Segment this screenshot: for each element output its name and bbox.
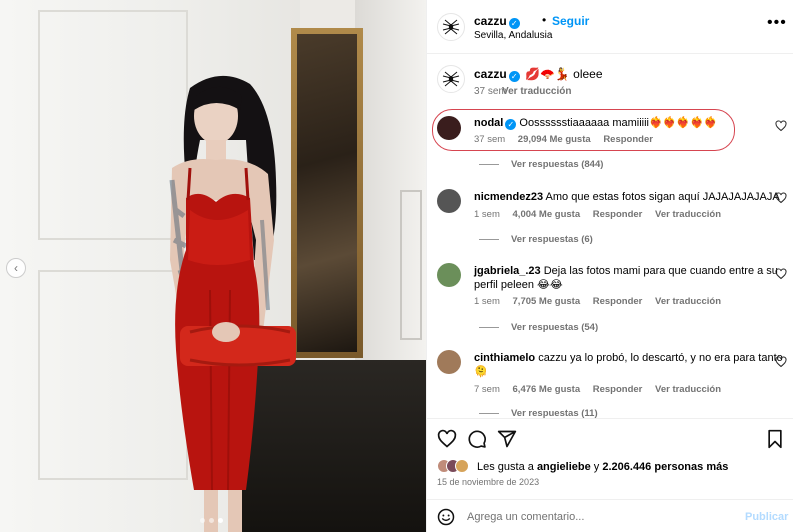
post-sidebar: cazzu ✓ • Seguir Sevilla, Andalusia ••• c… [426, 0, 793, 532]
comment-meta: 37 sem 29,094 Me gusta Responder [474, 134, 663, 145]
comment-heart-icon[interactable] [775, 192, 787, 204]
verified-badge-icon: ✓ [508, 71, 520, 82]
share-icon[interactable] [497, 429, 517, 449]
comment-meta: 1 sem 4,004 Me gusta Responder Ver tradu… [474, 209, 731, 220]
post-photo[interactable]: ‹ [0, 0, 426, 532]
caption-avatar[interactable] [437, 65, 465, 93]
view-replies-label[interactable]: Ver respuestas (6) [511, 234, 593, 245]
verified-badge-icon: ✓ [508, 18, 520, 29]
likers-avatars[interactable] [437, 459, 469, 473]
more-options-icon[interactable]: ••• [767, 15, 787, 31]
comment-reply-button[interactable]: Responder [603, 134, 653, 145]
comment-line: cinthiamelo cazzu ya lo probó, lo descar… [474, 352, 783, 364]
comment-time: 1 sem [474, 296, 500, 307]
author-username[interactable]: cazzu ✓ [474, 14, 520, 29]
view-replies-label[interactable]: Ver respuestas (844) [511, 159, 603, 170]
photo-wall-panel [400, 190, 422, 340]
comment-reply-button[interactable]: Responder [593, 296, 643, 307]
post-location[interactable]: Sevilla, Andalusia [474, 30, 552, 41]
header-separator: • [542, 13, 547, 27]
comment-username[interactable]: jgabriela_.23 [474, 265, 541, 277]
comment-heart-icon[interactable] [775, 356, 787, 368]
carousel-prev-button[interactable]: ‹ [6, 258, 26, 278]
spider-icon [442, 19, 460, 35]
comment-likes[interactable]: 4,004 Me gusta [513, 209, 581, 220]
comment-meta: 7 sem 6,476 Me gusta Responder Ver tradu… [474, 384, 731, 395]
comment-time: 7 sem [474, 384, 500, 395]
comment-avatar[interactable] [437, 350, 461, 374]
publish-button[interactable]: Publicar [745, 511, 788, 523]
author-avatar[interactable] [437, 13, 465, 41]
view-replies-button[interactable]: Ver respuestas (6) [479, 234, 593, 245]
heart-icon[interactable] [437, 429, 457, 449]
photo-woman-in-red-dress [169, 75, 296, 532]
comment-reply-button[interactable]: Responder [593, 209, 643, 220]
caption-username-text[interactable]: cazzu [474, 67, 507, 81]
liker-avatar [455, 459, 469, 473]
comment-translate-link[interactable]: Ver traducción [655, 296, 721, 307]
comment-text: Oosssssstiaaaaaa mamiiiii❤️‍🔥❤️‍🔥❤️‍🔥❤️‍… [519, 117, 718, 129]
verified-badge-icon: ✓ [505, 119, 517, 130]
carousel-dot-active [218, 518, 223, 523]
view-replies-label[interactable]: Ver respuestas (54) [511, 322, 598, 333]
comment-likes[interactable]: 29,094 Me gusta [518, 134, 591, 145]
spider-icon [442, 71, 460, 87]
view-replies-button[interactable]: Ver respuestas (844) [479, 159, 603, 170]
comment-translate-link[interactable]: Ver traducción [655, 209, 721, 220]
comment-line: nicmendez23 Amo que estas fotos sigan aq… [474, 191, 780, 203]
bookmark-icon[interactable] [765, 429, 785, 449]
carousel-dot [209, 518, 214, 523]
likes-user-link[interactable]: angieliebe [537, 461, 591, 473]
likes-prefix: Les gusta a [477, 461, 537, 473]
comment-text: Deja las fotos mami para que cuando entr… [543, 265, 778, 277]
comment-line: nodal ✓ Oosssssstiaaaaaa mamiiiii❤️‍🔥❤️‍🔥… [474, 116, 718, 130]
comment-username[interactable]: nicmendez23 [474, 191, 543, 203]
comment-avatar[interactable] [437, 189, 461, 213]
comment-translate-link[interactable]: Ver traducción [655, 384, 721, 395]
post-header: cazzu ✓ • Seguir Sevilla, Andalusia ••• [427, 0, 793, 54]
follow-button[interactable]: Seguir [552, 14, 589, 28]
comment-username[interactable]: nodal [474, 117, 503, 129]
comment-heart-icon[interactable] [775, 120, 787, 132]
comment-reply-button[interactable]: Responder [593, 384, 643, 395]
comment-time: 37 sem [474, 134, 506, 145]
comment-time: 1 sem [474, 209, 500, 220]
likes-summary: Les gusta a angieliebe y 2.206.446 perso… [477, 461, 728, 473]
view-replies-button[interactable]: Ver respuestas (54) [479, 322, 598, 333]
comment-avatar[interactable] [437, 116, 461, 140]
comment-heart-icon[interactable] [775, 268, 787, 280]
likes-count-link[interactable]: 2.206.446 personas más [602, 461, 728, 473]
carousel-dots [200, 518, 223, 523]
comment-text-continued: 🫠 [474, 366, 488, 378]
comment-text-continued: perfil peleen 😂😂 [474, 279, 563, 291]
caption-username[interactable]: cazzu ✓ [474, 67, 520, 82]
post-date: 15 de noviembre de 2023 [437, 477, 540, 487]
comment-line: jgabriela_.23 Deja las fotos mami para q… [474, 265, 778, 277]
comment-text: Amo que estas fotos sigan aquí JAJAJAJAJ… [545, 191, 780, 203]
likes-middle: y [590, 461, 603, 473]
comment-likes[interactable]: 7,705 Me gusta [513, 296, 581, 307]
author-username-text[interactable]: cazzu [474, 14, 507, 28]
post-actions: Les gusta a angieliebe y 2.206.446 perso… [427, 418, 793, 532]
comment-meta: 1 sem 7,705 Me gusta Responder Ver tradu… [474, 296, 731, 307]
add-comment-bar: Publicar [427, 499, 793, 532]
comment-text: cazzu ya lo probó, lo descartó, y no era… [538, 352, 783, 364]
caption-translate-link[interactable]: Ver traducción [502, 86, 571, 97]
caption-text: 💋🪭💃 oleee [525, 67, 603, 81]
comment-icon[interactable] [467, 429, 487, 449]
carousel-dot [200, 518, 205, 523]
comment-username[interactable]: cinthiamelo [474, 352, 535, 364]
emoji-icon[interactable] [437, 508, 455, 526]
comment-likes[interactable]: 6,476 Me gusta [513, 384, 581, 395]
comment-avatar[interactable] [437, 263, 461, 287]
comment-input[interactable] [467, 508, 707, 526]
